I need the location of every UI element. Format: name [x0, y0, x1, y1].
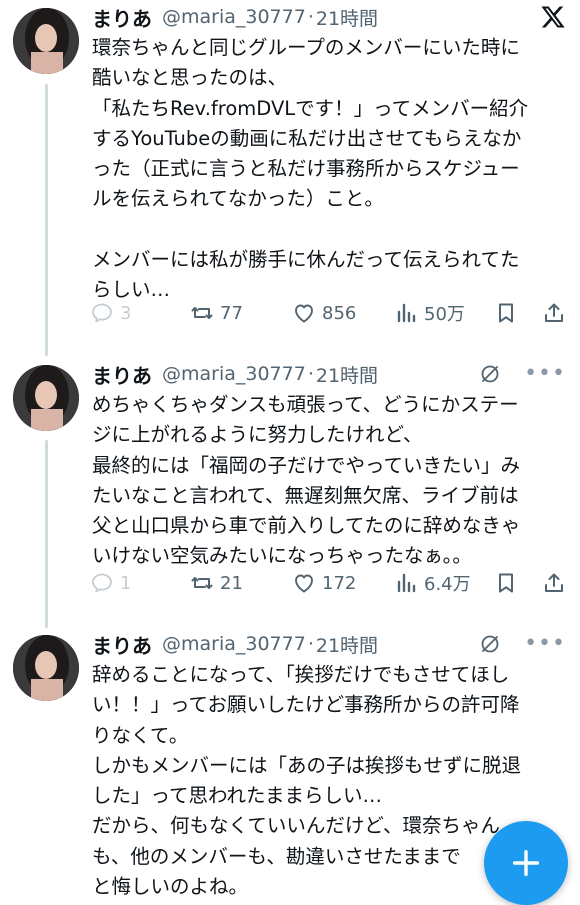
tweet-text: 環奈ちゃんと同じグループのメンバーにいた時に 酷いなと思ったのは、 「私たちRe…: [92, 36, 529, 302]
display-name[interactable]: まりあ: [92, 3, 152, 32]
views-button[interactable]: 50万: [394, 296, 465, 330]
reply-icon: [92, 573, 112, 593]
separator: ·: [307, 6, 314, 28]
retweet-count: 21: [220, 572, 243, 594]
user-handle[interactable]: @maria_30777: [162, 633, 306, 655]
bookmark-icon: [499, 303, 513, 323]
share-button[interactable]: [542, 566, 566, 600]
analytics-icon: [397, 303, 416, 323]
timestamp[interactable]: 21時間: [316, 4, 378, 31]
like-count: 856: [322, 302, 357, 324]
display-name[interactable]: まりあ: [92, 630, 152, 659]
grok-icon[interactable]: [478, 632, 502, 656]
header-icons: [540, 0, 566, 34]
user-handle[interactable]: @maria_30777: [162, 6, 306, 28]
bookmark-button[interactable]: [494, 566, 518, 600]
header-icons: •••: [478, 357, 566, 391]
timestamp[interactable]: 21時間: [316, 631, 378, 658]
avatar[interactable]: [13, 635, 79, 701]
like-count: 172: [322, 572, 357, 594]
view-count: 6.4万: [424, 574, 471, 595]
tweet-header: まりあ @maria_30777 · 21時間: [92, 357, 378, 391]
view-count: 50万: [424, 304, 465, 325]
share-icon: [545, 303, 563, 322]
more-icon[interactable]: •••: [524, 363, 566, 385]
separator: ·: [307, 633, 314, 655]
action-bar: 1 21 172 6.4万: [90, 566, 568, 600]
reply-button[interactable]: 1: [90, 566, 131, 600]
retweet-count: 77: [220, 302, 243, 324]
like-button[interactable]: 856: [292, 296, 356, 330]
tweet-text: めちゃくちゃダンスも頑張って、どうにかステー ジに上がれるように努力したけれど、…: [92, 393, 521, 568]
share-button[interactable]: [542, 296, 566, 330]
retweet-icon: [191, 577, 213, 589]
bookmark-icon: [499, 573, 513, 593]
separator: ·: [307, 363, 314, 385]
plus-icon: [512, 849, 540, 877]
header-icons: •••: [478, 627, 566, 661]
reply-button[interactable]: 3: [90, 296, 131, 330]
action-bar: 3 77 856 50万: [90, 296, 568, 330]
tweet[interactable]: まりあ @maria_30777 · 21時間 環奈ちゃんと同じグループのメンバ…: [0, 0, 580, 350]
retweet-button[interactable]: 21: [190, 566, 243, 600]
user-handle[interactable]: @maria_30777: [162, 363, 306, 385]
like-button[interactable]: 172: [292, 566, 356, 600]
heart-icon: [295, 574, 313, 593]
display-name[interactable]: まりあ: [92, 360, 152, 389]
analytics-icon: [397, 573, 416, 593]
grok-icon[interactable]: [478, 362, 502, 386]
retweet-button[interactable]: 77: [190, 296, 243, 330]
views-button[interactable]: 6.4万: [394, 566, 471, 600]
timestamp[interactable]: 21時間: [316, 361, 378, 388]
compose-button[interactable]: [484, 821, 568, 905]
avatar[interactable]: [13, 8, 79, 74]
avatar[interactable]: [13, 365, 79, 431]
heart-icon: [295, 304, 313, 323]
tweet-header: まりあ @maria_30777 · 21時間: [92, 627, 378, 661]
reply-count: 1: [120, 572, 132, 594]
reply-icon: [92, 303, 112, 323]
more-icon[interactable]: •••: [524, 633, 566, 655]
share-icon: [545, 573, 563, 592]
tweet-header: まりあ @maria_30777 · 21時間: [92, 0, 378, 34]
x-logo-icon: [540, 4, 566, 30]
bookmark-button[interactable]: [494, 296, 518, 330]
retweet-icon: [191, 307, 213, 319]
tweet[interactable]: まりあ @maria_30777 · 21時間 ••• めちゃくちゃダンスも頑張…: [0, 357, 580, 607]
reply-count: 3: [120, 302, 132, 324]
